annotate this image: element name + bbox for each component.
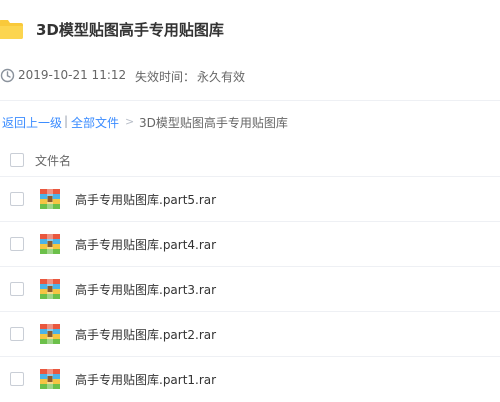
divider bbox=[0, 100, 500, 101]
file-row[interactable]: 高手专用贴图库.part1.rar bbox=[0, 357, 500, 401]
rar-archive-icon bbox=[39, 323, 61, 345]
breadcrumb-separator: | bbox=[64, 114, 69, 128]
file-name[interactable]: 高手专用贴图库.part4.rar bbox=[75, 236, 216, 253]
share-header: 3D模型贴图高手专用贴图库 bbox=[0, 0, 500, 56]
expire-value: 永久有效 bbox=[197, 70, 246, 84]
row-checkbox[interactable] bbox=[10, 237, 24, 251]
file-row[interactable]: 高手专用贴图库.part5.rar bbox=[0, 177, 500, 221]
file-row[interactable]: 高手专用贴图库.part3.rar bbox=[0, 267, 500, 311]
column-title-filename[interactable]: 文件名 bbox=[35, 152, 71, 169]
row-checkbox[interactable] bbox=[10, 372, 24, 386]
file-name[interactable]: 高手专用贴图库.part5.rar bbox=[75, 191, 216, 208]
back-link[interactable]: 返回上一级 bbox=[2, 114, 62, 131]
rar-archive-icon bbox=[39, 188, 61, 210]
share-title: 3D模型贴图高手专用贴图库 bbox=[36, 21, 224, 39]
share-meta: 2019-10-21 11:12 失效时间： 永久有效 bbox=[0, 66, 500, 86]
rar-archive-icon bbox=[39, 233, 61, 255]
row-checkbox[interactable] bbox=[10, 327, 24, 341]
select-all-checkbox[interactable] bbox=[10, 153, 24, 167]
breadcrumb: 返回上一级 | 全部文件 > 3D模型贴图高手专用贴图库 bbox=[0, 113, 500, 131]
file-name[interactable]: 高手专用贴图库.part2.rar bbox=[75, 326, 216, 343]
expire-label: 失效时间： bbox=[135, 70, 196, 84]
share-page: 3D模型贴图高手专用贴图库 2019-10-21 11:12 失效时间： 永久有… bbox=[0, 0, 500, 402]
row-checkbox[interactable] bbox=[10, 282, 24, 296]
row-checkbox[interactable] bbox=[10, 192, 24, 206]
clock-icon bbox=[0, 68, 15, 83]
folder-icon bbox=[0, 18, 24, 40]
file-row[interactable]: 高手专用贴图库.part4.rar bbox=[0, 222, 500, 266]
file-row[interactable]: 高手专用贴图库.part2.rar bbox=[0, 312, 500, 356]
share-date: 2019-10-21 11:12 bbox=[18, 68, 127, 82]
breadcrumb-arrow-icon: > bbox=[125, 115, 135, 128]
rar-archive-icon bbox=[39, 278, 61, 300]
file-list-header: 文件名 bbox=[0, 148, 500, 172]
all-files-link[interactable]: 全部文件 bbox=[71, 114, 119, 131]
breadcrumb-current: 3D模型贴图高手专用贴图库 bbox=[139, 116, 288, 130]
file-name[interactable]: 高手专用贴图库.part3.rar bbox=[75, 281, 216, 298]
rar-archive-icon bbox=[39, 368, 61, 390]
file-name[interactable]: 高手专用贴图库.part1.rar bbox=[75, 371, 216, 388]
